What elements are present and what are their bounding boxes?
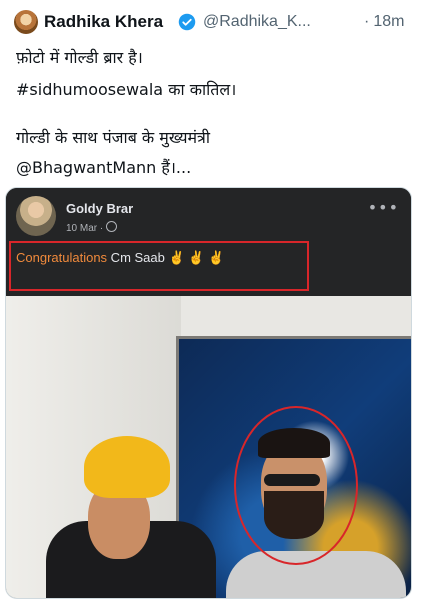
tweet-text-line: #sidhumoosewala का कातिल। — [16, 80, 237, 99]
embedded-author-name: Goldy Brar — [66, 201, 134, 216]
embedded-post-date: 10 Mar · — [66, 221, 118, 234]
author-display-name[interactable]: Radhika Khera — [44, 12, 163, 32]
tweet-card[interactable]: Radhika Khera @Radhika_K... 18m फ़ोटो मे… — [0, 0, 423, 602]
embedded-post-header: Goldy Brar 10 Mar · ••• — [6, 188, 411, 243]
yellow-turban — [84, 436, 170, 498]
tweet-text-line[interactable]: @BhagwantMann हैं।... — [16, 156, 191, 178]
author-avatar[interactable] — [14, 10, 38, 34]
red-highlight-circle — [234, 406, 358, 565]
more-options-icon: ••• — [367, 198, 399, 217]
tweet-timestamp[interactable]: 18m — [364, 13, 404, 31]
author-handle[interactable]: @Radhika_K... — [203, 13, 311, 31]
embedded-date-text: 10 Mar · — [66, 223, 104, 234]
red-highlight-rectangle — [9, 241, 309, 291]
embedded-author-avatar — [16, 196, 56, 236]
tweet-text-line: गोल्डी के साथ पंजाब के मुख्यमंत्री — [16, 128, 211, 147]
globe-icon — [106, 221, 118, 232]
embedded-photo — [6, 296, 411, 598]
tweet-text-line: फ़ोटो में गोल्डी ब्रार है। — [16, 48, 143, 67]
embedded-media[interactable]: Goldy Brar 10 Mar · ••• Congratulations … — [5, 187, 412, 599]
verified-badge-icon — [178, 13, 196, 31]
